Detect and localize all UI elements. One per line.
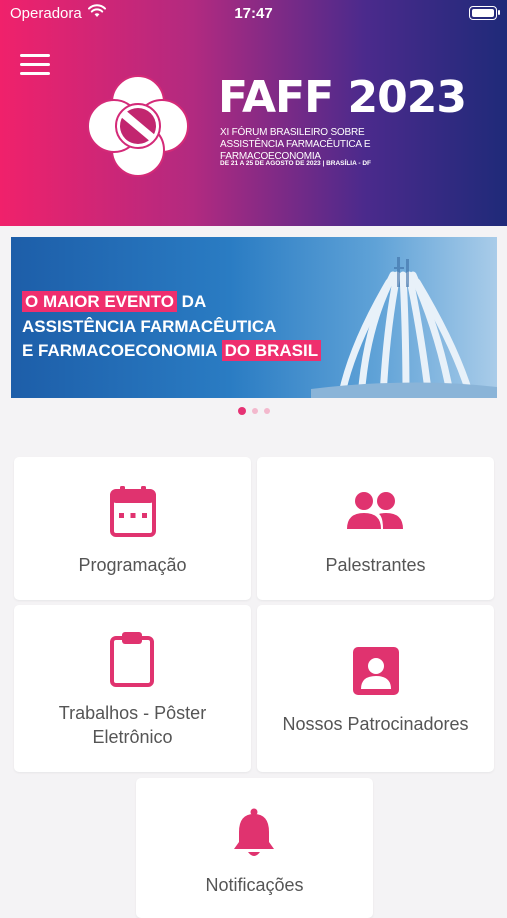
battery-icon (469, 6, 500, 20)
carousel-dot-1[interactable] (237, 407, 246, 415)
event-banner[interactable]: O MAIOR EVENTO DA ASSISTÊNCIA FARMACÊUTI… (11, 237, 497, 398)
notificacoes-card[interactable]: Notificações (136, 778, 373, 918)
calendar-icon (110, 486, 156, 537)
clock: 17:47 (234, 5, 273, 22)
event-dates: DE 21 A 25 DE AGOSTO DE 2023 | BRASÍLIA … (220, 160, 371, 167)
trabalhos-card[interactable]: Trabalhos - Pôster Eletrônico (14, 605, 251, 772)
hamburger-menu-button[interactable] (20, 54, 50, 78)
carousel-dot-3[interactable] (263, 408, 270, 414)
notificacoes-label: Notificações (205, 875, 304, 895)
badge-icon (353, 647, 399, 695)
banner-headline-line2: ASSISTÊNCIA FARMACÊUTICA (22, 317, 277, 336)
programacao-card[interactable]: Programação (14, 457, 251, 600)
event-title: FAFF 2023 (218, 72, 467, 123)
bell-icon (234, 808, 274, 856)
patrocinadores-label: Nossos Patrocinadores (282, 714, 469, 734)
trabalhos-label: Trabalhos - Pôster Eletrônico (58, 703, 207, 747)
clipboard-icon (110, 632, 154, 687)
carousel-indicator[interactable] (0, 407, 507, 415)
palestrantes-card[interactable]: Palestrantes (257, 457, 494, 600)
carousel-dot-2[interactable] (251, 408, 258, 414)
event-subtitle: XI FÓRUM BRASILEIRO SOBRE ASSISTÊNCIA FA… (220, 127, 371, 162)
status-bar: Operadora 17:47 (0, 0, 507, 27)
banner-headline-line3: E FARMACOECONOMIA DO BRASIL (22, 340, 322, 361)
cathedral-image (311, 257, 497, 398)
patrocinadores-card[interactable]: Nossos Patrocinadores (257, 605, 494, 772)
banner-headline-line1: O MAIOR EVENTO DA (22, 291, 206, 312)
faff-logo-icon (87, 75, 189, 177)
app-header: Operadora 17:47 FAFF 2023 XI FÓRUM BRASI… (0, 0, 507, 226)
people-icon (347, 492, 403, 529)
palestrantes-label: Palestrantes (325, 555, 426, 575)
programacao-label: Programação (78, 555, 187, 575)
